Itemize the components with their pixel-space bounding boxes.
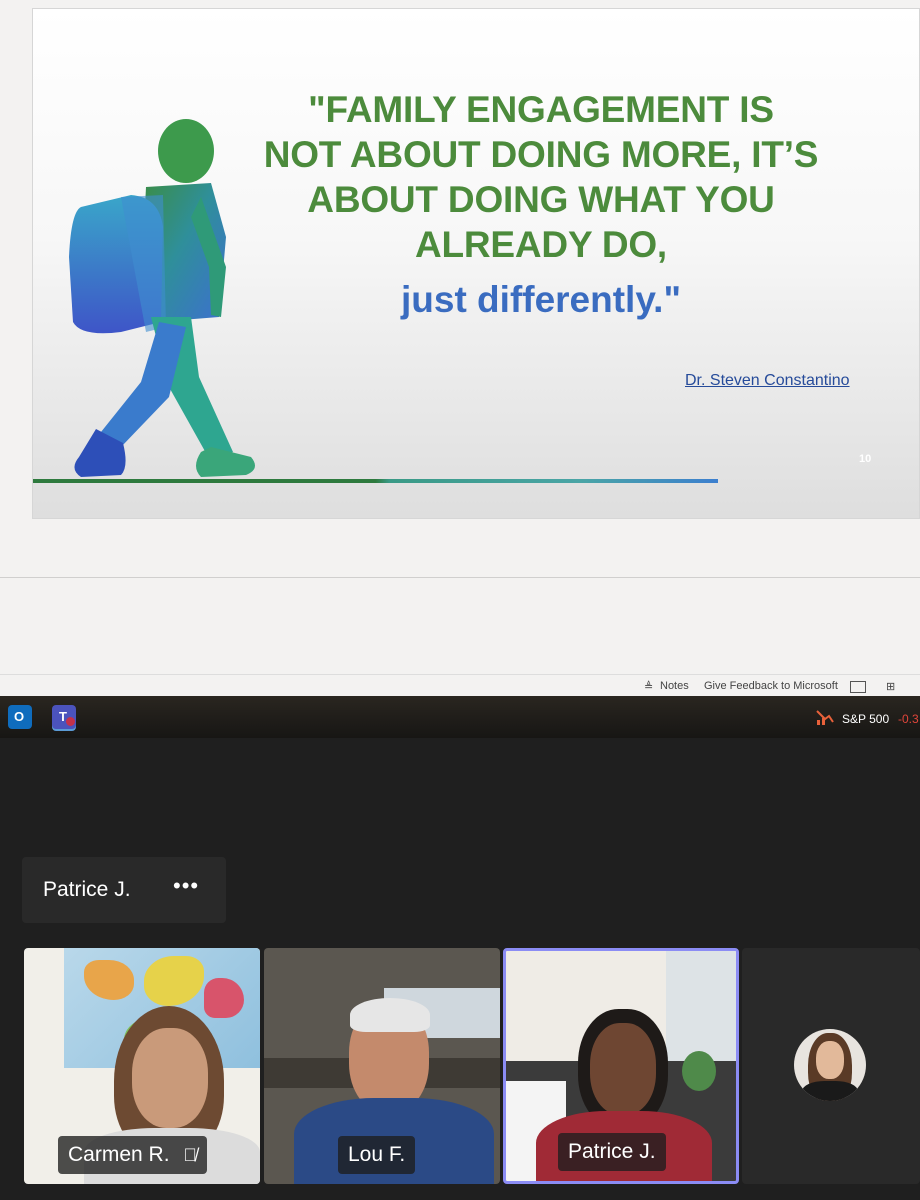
powerpoint-status-bar: ≜ Notes Give Feedback to Microsoft ⊞ bbox=[0, 674, 920, 697]
normal-view-icon[interactable] bbox=[850, 681, 866, 693]
participant-name-label: Lou F. bbox=[338, 1136, 416, 1174]
participant-name-label: Carmen R. 🎙̸ bbox=[58, 1136, 207, 1174]
quote-line: ABOUT DOING WHAT YOU bbox=[307, 179, 775, 220]
more-options-button[interactable]: ••• bbox=[173, 873, 199, 899]
notes-button[interactable]: Notes bbox=[660, 680, 689, 692]
outlook-icon[interactable]: O bbox=[8, 705, 32, 729]
notes-icon[interactable]: ≜ bbox=[644, 680, 653, 693]
slide-number: 10 bbox=[859, 453, 872, 465]
quote-line: "FAMILY ENGAGEMENT IS bbox=[308, 89, 774, 130]
notes-pane[interactable] bbox=[0, 577, 920, 675]
taskbar: O T bbox=[0, 696, 920, 738]
stock-ticker-change: -0.3 bbox=[898, 712, 919, 726]
quote-author-link[interactable]: Dr. Steven Constantino bbox=[685, 372, 850, 390]
presentation-slide[interactable]: "FAMILY ENGAGEMENT IS NOT ABOUT DOING MO… bbox=[32, 8, 920, 519]
participant-tile[interactable]: Carmen R. 🎙̸ bbox=[24, 948, 260, 1184]
teams-icon[interactable]: T bbox=[52, 705, 76, 729]
powerpoint-slide-area: "FAMILY ENGAGEMENT IS NOT ABOUT DOING MO… bbox=[0, 0, 920, 675]
participant-tile[interactable]: Lou F. bbox=[264, 948, 500, 1184]
quote-emphasis: just differently." bbox=[401, 279, 681, 320]
quote-line: ALREADY DO, bbox=[414, 224, 668, 265]
presenter-name-card: Patrice J. ••• bbox=[22, 857, 226, 923]
feedback-button[interactable]: Give Feedback to Microsoft bbox=[704, 680, 838, 692]
mic-muted-icon: 🎙̸ bbox=[183, 1145, 197, 1165]
slide-footer-line bbox=[33, 479, 718, 483]
participant-tile-active[interactable]: Patrice J. bbox=[503, 948, 739, 1184]
quote-line: NOT ABOUT DOING MORE, IT’S bbox=[263, 134, 819, 175]
participant-name-label: Patrice J. bbox=[558, 1133, 666, 1171]
stock-ticker-name[interactable]: S&P 500 bbox=[842, 712, 889, 726]
avatar bbox=[794, 1029, 866, 1101]
quote-heading: "FAMILY ENGAGEMENT IS NOT ABOUT DOING MO… bbox=[231, 87, 851, 267]
slide-sorter-icon[interactable]: ⊞ bbox=[886, 680, 895, 693]
presenter-name: Patrice J. bbox=[43, 878, 131, 901]
stock-trend-icon bbox=[816, 709, 834, 725]
